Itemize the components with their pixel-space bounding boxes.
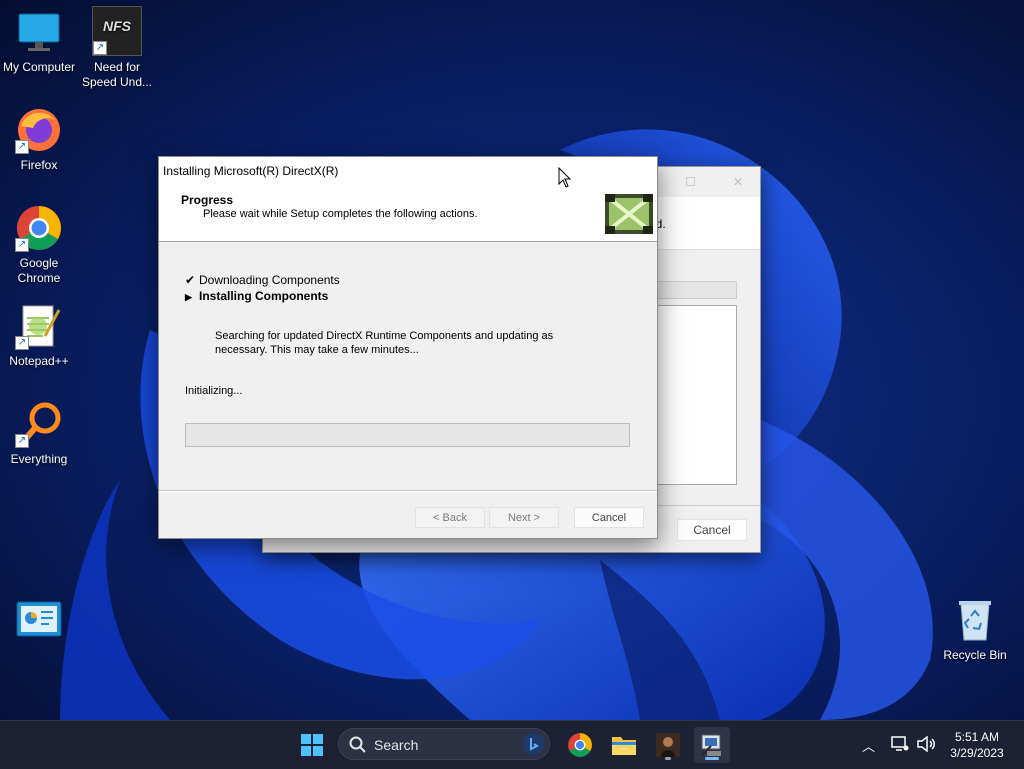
desktop-icon-label: My Computer xyxy=(2,60,76,74)
back-button[interactable]: < Back xyxy=(415,507,485,528)
arrow-right-icon: ▶ xyxy=(185,292,192,302)
network-icon[interactable] xyxy=(891,736,909,752)
next-button[interactable]: Next > xyxy=(489,507,559,528)
desktop-icon-label: Google Chrome xyxy=(17,256,61,285)
clock-date: 3/29/2023 xyxy=(950,746,1004,760)
start-button[interactable] xyxy=(294,727,330,763)
control-panel-icon xyxy=(15,598,63,646)
background-window-list xyxy=(657,305,737,485)
header-title: Progress xyxy=(181,193,234,207)
clock-time: 5:51 AM xyxy=(954,730,1000,744)
chrome-icon: ↗ xyxy=(15,204,63,252)
desktop-icon-label: Recycle Bin xyxy=(943,648,1007,662)
taskbar-file-explorer[interactable] xyxy=(606,727,642,763)
directx-logo-icon xyxy=(605,194,653,234)
taskbar-search[interactable]: Search xyxy=(338,728,550,760)
start-icon xyxy=(301,734,323,756)
desktop-icon-everything[interactable]: ↗ Everything xyxy=(0,400,78,467)
step-downloading-components: ✔ Downloading Components xyxy=(185,273,340,287)
background-window-field xyxy=(657,281,737,299)
step-installing-components: ▶ Installing Components xyxy=(185,289,328,303)
nfs-logo-text: NFS xyxy=(103,18,132,34)
step-label: Installing Components xyxy=(199,289,329,303)
game-app-icon xyxy=(656,733,680,757)
taskbar-chrome[interactable] xyxy=(562,727,598,763)
desktop-icon-google-chrome[interactable]: ↗ Google Chrome xyxy=(0,204,78,286)
dialog-header: Progress Please wait while Setup complet… xyxy=(159,183,657,242)
dialog-title: Installing Microsoft(R) DirectX(R) xyxy=(163,164,339,178)
desktop-icon-firefox[interactable]: ↗ Firefox xyxy=(0,106,78,173)
volume-icon[interactable] xyxy=(916,736,936,752)
desktop-icon-recycle-bin[interactable]: Recycle Bin xyxy=(936,596,1014,663)
checkmark-icon: ✔ xyxy=(185,273,196,287)
file-explorer-icon xyxy=(612,737,636,755)
maximize-icon[interactable]: ☐ xyxy=(685,175,696,189)
dialog-titlebar[interactable]: Installing Microsoft(R) DirectX(R) xyxy=(159,157,657,183)
desktop-icon-notepad-plus-plus[interactable]: ↗ Notepad++ xyxy=(0,302,78,369)
running-indicator xyxy=(665,757,671,760)
step-label: Downloading Components xyxy=(199,273,340,287)
install-progress-bar xyxy=(185,423,630,447)
shortcut-arrow-icon: ↗ xyxy=(15,238,29,252)
search-icon xyxy=(349,736,366,753)
close-icon[interactable]: ✕ xyxy=(733,175,743,189)
search-label: Search xyxy=(374,737,419,753)
divider xyxy=(657,505,760,506)
desktop-icon-label: Everything xyxy=(10,452,68,466)
taskbar-clock[interactable]: 5:51 AM 3/29/2023 xyxy=(940,729,1014,761)
chevron-up-icon[interactable]: ︿ xyxy=(862,736,875,755)
desktop-icon-need-for-speed[interactable]: NFS ↗ Need for Speed Und... xyxy=(78,6,156,90)
shortcut-arrow-icon: ↗ xyxy=(15,434,29,448)
taskbar-setup-app[interactable] xyxy=(694,727,730,763)
everything-search-icon: ↗ xyxy=(15,400,63,448)
shortcut-arrow-icon: ↗ xyxy=(15,140,29,154)
header-subtitle: Please wait while Setup completes the fo… xyxy=(203,208,478,220)
recycle-bin-icon xyxy=(951,596,999,644)
shortcut-arrow-icon: ↗ xyxy=(93,41,107,55)
cancel-button[interactable]: Cancel xyxy=(574,507,644,528)
desktop-icon-my-computer[interactable]: My Computer xyxy=(0,8,78,75)
mouse-cursor-icon xyxy=(558,167,572,188)
desktop-icon-label: Firefox xyxy=(20,158,58,172)
install-status: Initializing... xyxy=(185,385,243,397)
bing-icon xyxy=(523,733,545,755)
setup-app-icon xyxy=(700,734,721,757)
nfs-game-icon: NFS ↗ xyxy=(92,6,142,56)
chrome-icon xyxy=(568,733,592,757)
monitor-icon xyxy=(15,8,63,56)
desktop-icon-control-panel[interactable] xyxy=(0,598,78,650)
install-description: Searching for updated DirectX Runtime Co… xyxy=(215,330,554,356)
directx-installer-dialog[interactable]: Installing Microsoft(R) DirectX(R) Progr… xyxy=(158,156,658,539)
shortcut-arrow-icon: ↗ xyxy=(15,336,29,350)
background-cancel-button[interactable]: Cancel xyxy=(677,519,747,541)
taskbar: Search ︿ 5:51 AM 3/29/2023 xyxy=(0,720,1024,769)
firefox-icon: ↗ xyxy=(15,106,63,154)
active-indicator xyxy=(705,757,719,760)
taskbar-game-app[interactable] xyxy=(650,727,686,763)
notepadpp-icon: ↗ xyxy=(15,302,63,350)
desktop-icon-label: Need for Speed Und... xyxy=(81,60,153,89)
desktop-icon-label: Notepad++ xyxy=(9,354,69,368)
divider xyxy=(159,490,657,492)
